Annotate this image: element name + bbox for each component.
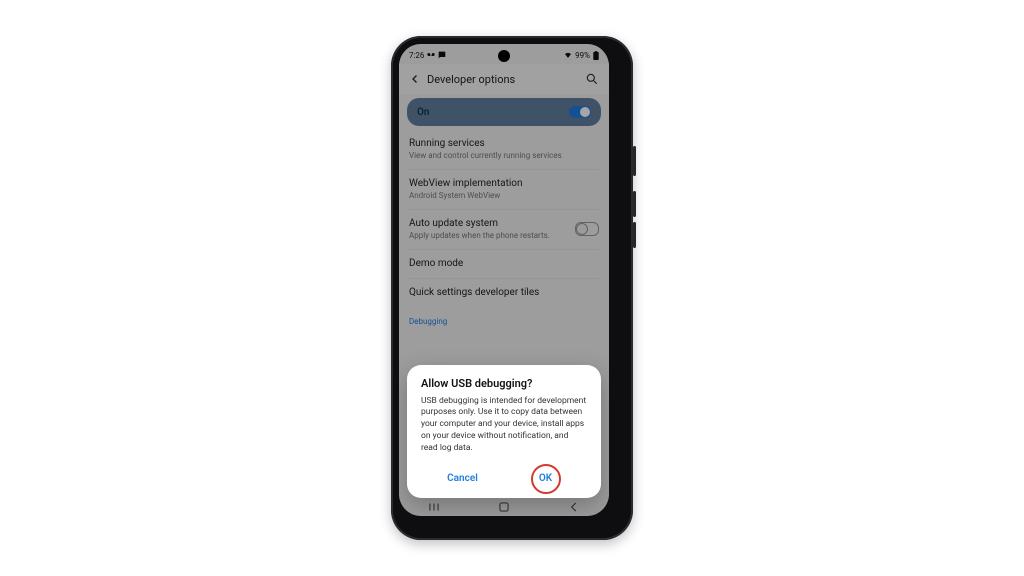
home-icon[interactable] bbox=[497, 500, 511, 514]
power-button bbox=[633, 146, 636, 176]
dialog-message: USB debugging is intended for developmen… bbox=[421, 396, 587, 455]
ok-button-label: OK bbox=[539, 473, 552, 484]
cancel-button[interactable]: Cancel bbox=[421, 465, 504, 492]
navigation-bar bbox=[399, 498, 609, 516]
dialog-actions: Cancel OK bbox=[421, 465, 587, 492]
recents-icon[interactable] bbox=[427, 500, 441, 514]
volume-up-button bbox=[633, 191, 636, 217]
dialog-title: Allow USB debugging? bbox=[421, 377, 587, 390]
back-icon[interactable] bbox=[567, 500, 581, 514]
volume-down-button bbox=[633, 222, 636, 248]
usb-debugging-dialog: Allow USB debugging? USB debugging is in… bbox=[407, 365, 601, 498]
front-camera-notch bbox=[498, 50, 510, 62]
phone-mockup: 7:26 99% Developer options bbox=[391, 36, 633, 540]
ok-button[interactable]: OK bbox=[504, 465, 587, 492]
